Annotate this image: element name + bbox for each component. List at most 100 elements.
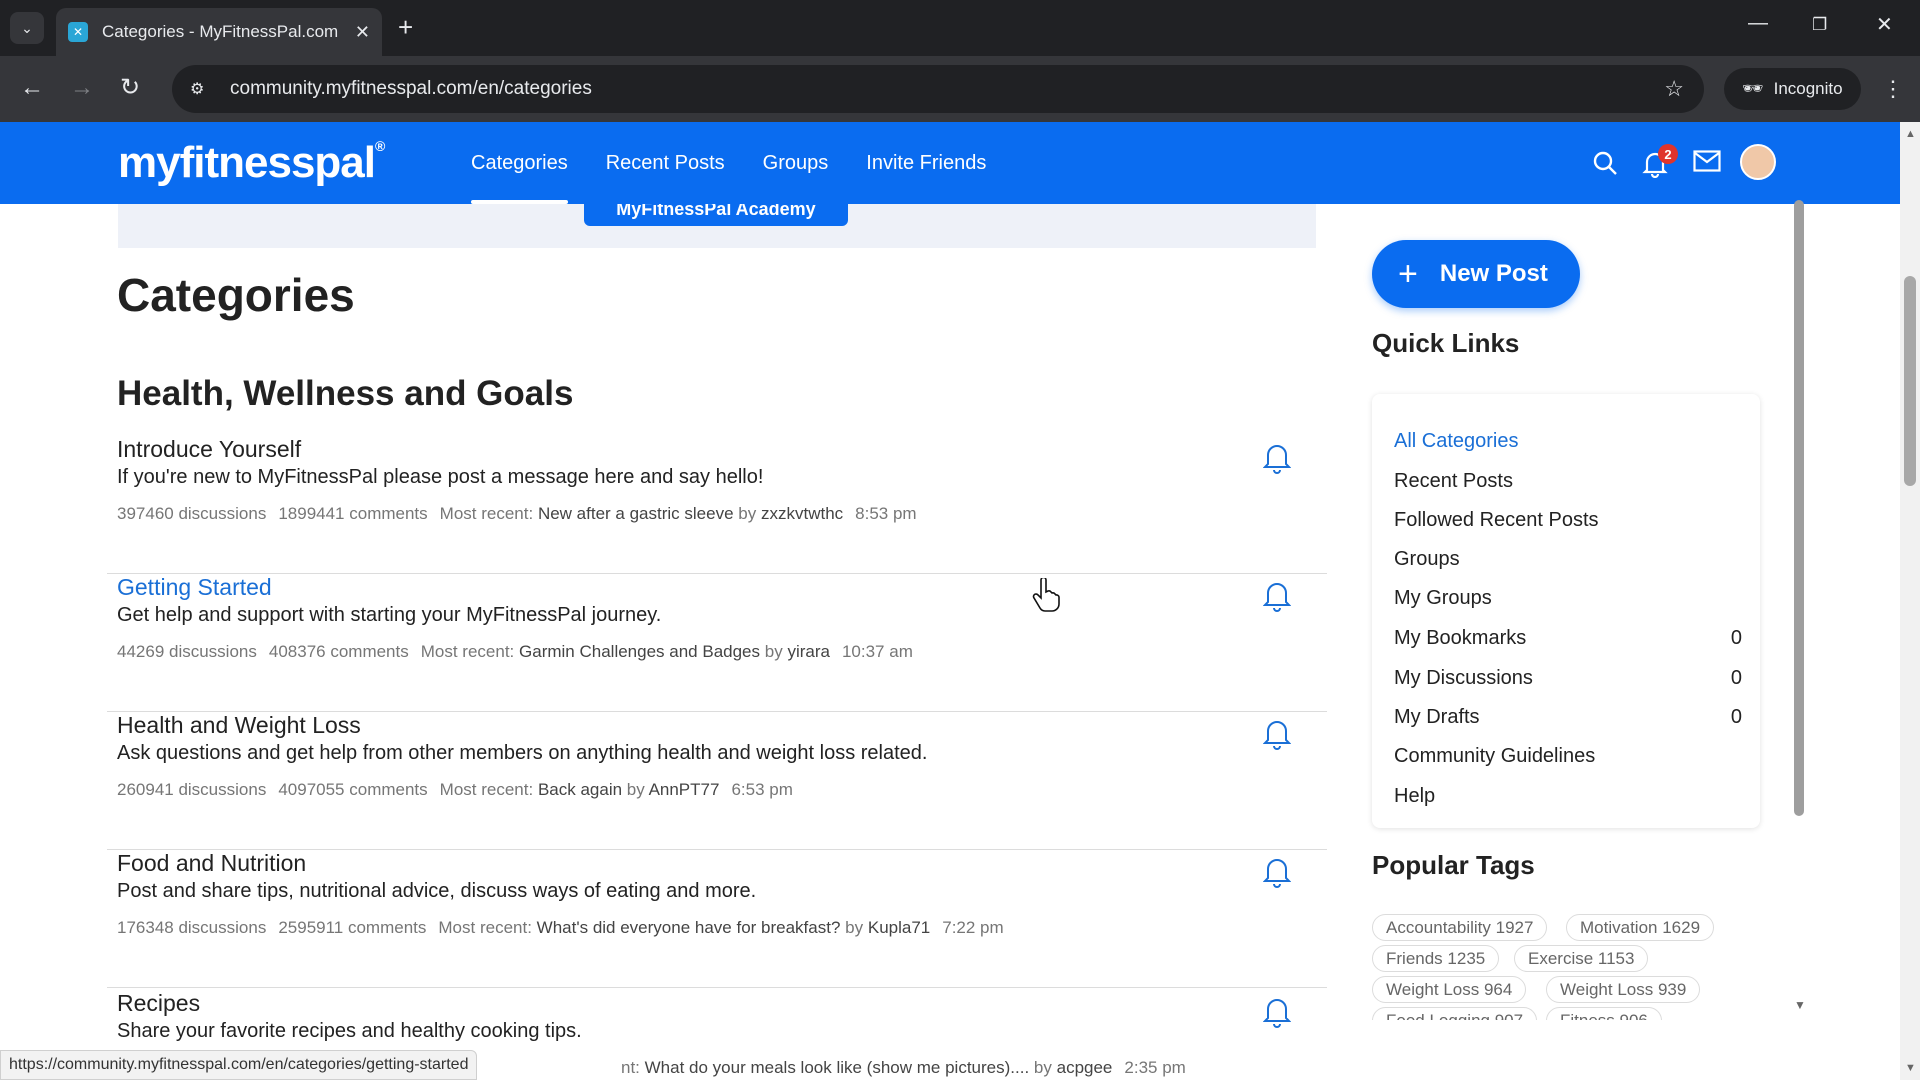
- site-info-icon[interactable]: ⚙: [190, 79, 212, 99]
- incognito-label: Incognito: [1773, 79, 1843, 98]
- discussion-count: 260941 discussions: [117, 780, 267, 799]
- nav-categories[interactable]: Categories: [452, 122, 587, 204]
- category-description: Get help and support with starting your …: [117, 604, 662, 626]
- category-meta: nt: What do your meals look like (show m…: [621, 1058, 1186, 1077]
- recent-user-link[interactable]: Kupla71: [868, 918, 930, 937]
- academy-button[interactable]: MyFitnessPal Academy: [584, 204, 848, 226]
- comment-count: 2595911 comments: [278, 918, 427, 937]
- recent-time: 8:53 pm: [855, 504, 917, 523]
- category-name-link[interactable]: Getting Started: [117, 574, 272, 601]
- scroll-down-icon[interactable]: ▼: [1905, 1062, 1916, 1074]
- recent-post-link[interactable]: Back again: [538, 780, 622, 799]
- recent-time: 6:53 pm: [731, 780, 793, 799]
- recent-post-link[interactable]: What's did everyone have for breakfast?: [537, 918, 841, 937]
- reload-icon[interactable]: ↻: [120, 74, 140, 102]
- search-icon[interactable]: [1592, 150, 1618, 183]
- popular-tags-heading: Popular Tags: [1372, 850, 1535, 880]
- chevron-down-icon: ⌄: [21, 19, 33, 36]
- quick-link-my-discussions[interactable]: My Discussions 0: [1394, 667, 1742, 690]
- category-row: Introduce Yourself If you're new to MyFi…: [107, 436, 1327, 574]
- page-scrollbar[interactable]: ▲ ▼: [1900, 122, 1920, 1080]
- tag-chip[interactable]: Weight Loss 964: [1372, 976, 1527, 1003]
- user-avatar[interactable]: [1740, 144, 1776, 180]
- tag-chip[interactable]: Friends 1235: [1372, 945, 1500, 972]
- category-row: Health and Weight Loss Ask questions and…: [107, 712, 1327, 850]
- most-recent-label: Most recent:: [420, 642, 515, 661]
- category-description: Ask questions and get help from other me…: [117, 742, 928, 764]
- scroll-up-icon[interactable]: ▲: [1905, 128, 1916, 140]
- discussion-count: 397460 discussions: [117, 504, 267, 523]
- recent-user-link[interactable]: yirara: [787, 642, 830, 661]
- page-title: Categories: [117, 269, 355, 321]
- minimize-icon[interactable]: —: [1748, 12, 1768, 35]
- quick-links-heading: Quick Links: [1372, 328, 1520, 358]
- quick-link-my-groups[interactable]: My Groups: [1394, 587, 1742, 610]
- browser-menu-icon[interactable]: ⋮: [1882, 76, 1904, 102]
- tag-chip[interactable]: Accountability 1927: [1372, 914, 1548, 941]
- quick-link-followed-recent-posts[interactable]: Followed Recent Posts: [1394, 509, 1742, 532]
- quick-links-panel: All Categories Recent Posts Followed Rec…: [1372, 394, 1760, 828]
- browser-tab[interactable]: ✕ Categories - MyFitnessPal.com ✕: [56, 8, 382, 56]
- recent-post-link[interactable]: New after a gastric sleeve: [538, 504, 734, 523]
- follow-bell-icon[interactable]: [1262, 580, 1292, 619]
- category-name-link[interactable]: Health and Weight Loss: [117, 712, 361, 739]
- quick-link-groups[interactable]: Groups: [1394, 548, 1742, 571]
- quick-link-my-drafts[interactable]: My Drafts 0: [1394, 706, 1742, 729]
- tab-search-button[interactable]: ⌄: [10, 12, 44, 44]
- incognito-icon: 🕶: [1742, 79, 1764, 98]
- recent-user-link[interactable]: zxzkvtwthc: [761, 504, 843, 523]
- restore-icon[interactable]: ❐: [1812, 15, 1827, 35]
- tag-chip[interactable]: Food Logging 907: [1372, 1007, 1538, 1020]
- category-name-link[interactable]: Recipes: [117, 990, 200, 1017]
- page-scrollbar-thumb[interactable]: [1904, 276, 1916, 486]
- back-arrow-icon[interactable]: ←: [20, 74, 44, 102]
- category-meta: 176348 discussions 2595911 comments Most r…: [117, 918, 1004, 937]
- recent-user-link[interactable]: acpgee: [1057, 1058, 1113, 1077]
- comment-count: 408376 comments: [268, 642, 409, 661]
- nav-groups[interactable]: Groups: [744, 122, 848, 204]
- plus-icon: +: [1398, 255, 1418, 293]
- close-window-icon[interactable]: ✕: [1876, 12, 1893, 37]
- category-row: Food and Nutrition Post and share tips, …: [107, 850, 1327, 988]
- tag-chip[interactable]: Motivation 1629: [1566, 914, 1715, 941]
- new-tab-button[interactable]: +: [398, 14, 413, 40]
- follow-bell-icon[interactable]: [1262, 442, 1292, 481]
- new-post-label: New Post: [1439, 260, 1548, 287]
- sidebar-scroll-down-icon[interactable]: ▼: [1794, 998, 1806, 1012]
- follow-bell-icon[interactable]: [1262, 856, 1292, 895]
- tag-chip[interactable]: Exercise 1153: [1514, 945, 1649, 972]
- address-bar[interactable]: ⚙ community.myfitnesspal.com/en/categori…: [172, 65, 1704, 113]
- discussion-count: 44269 discussions: [117, 642, 257, 661]
- close-tab-icon[interactable]: ✕: [355, 22, 370, 43]
- myfitnesspal-logo[interactable]: myfitnesspal®: [118, 138, 385, 188]
- messages-envelope-icon[interactable]: [1693, 150, 1721, 179]
- nav-recent-posts[interactable]: Recent Posts: [587, 122, 744, 204]
- quick-link-community-guidelines[interactable]: Community Guidelines: [1394, 745, 1742, 768]
- incognito-badge[interactable]: 🕶 Incognito: [1724, 68, 1861, 110]
- most-recent-label: nt:: [621, 1058, 640, 1077]
- tag-chip[interactable]: Weight Loss 939: [1546, 976, 1701, 1003]
- recent-post-link[interactable]: What do your meals look like (show me pi…: [645, 1058, 1030, 1077]
- category-name-link[interactable]: Food and Nutrition: [117, 850, 306, 877]
- nav-invite-friends[interactable]: Invite Friends: [847, 122, 1005, 204]
- category-name-link[interactable]: Introduce Yourself: [117, 436, 301, 463]
- quick-link-my-bookmarks[interactable]: My Bookmarks 0: [1394, 627, 1742, 650]
- follow-bell-icon[interactable]: [1262, 718, 1292, 757]
- quick-link-all-categories[interactable]: All Categories: [1394, 430, 1742, 453]
- url-text[interactable]: community.myfitnesspal.com/en/categories: [230, 78, 1664, 100]
- tag-chip[interactable]: Fitness 906: [1546, 1007, 1662, 1020]
- popular-tags: Accountability 1927 Motivation 1629 Frie…: [1372, 914, 1760, 1020]
- follow-bell-icon[interactable]: [1262, 996, 1292, 1035]
- recent-post-link[interactable]: Garmin Challenges and Badges: [519, 642, 760, 661]
- forward-arrow-icon[interactable]: →: [70, 74, 94, 102]
- recent-user-link[interactable]: AnnPT77: [649, 780, 720, 799]
- most-recent-label: Most recent:: [439, 780, 534, 799]
- recent-time: 10:37 am: [841, 642, 913, 661]
- new-post-button[interactable]: + New Post: [1372, 240, 1580, 308]
- quick-link-recent-posts[interactable]: Recent Posts: [1394, 470, 1742, 493]
- quick-link-help[interactable]: Help: [1394, 785, 1742, 808]
- recent-time: 7:22 pm: [942, 918, 1004, 937]
- sidebar-scrollbar-thumb[interactable]: [1794, 200, 1804, 816]
- bookmark-star-icon[interactable]: ☆: [1664, 76, 1684, 102]
- site-header: myfitnesspal® Categories Recent Posts Gr…: [0, 122, 1900, 204]
